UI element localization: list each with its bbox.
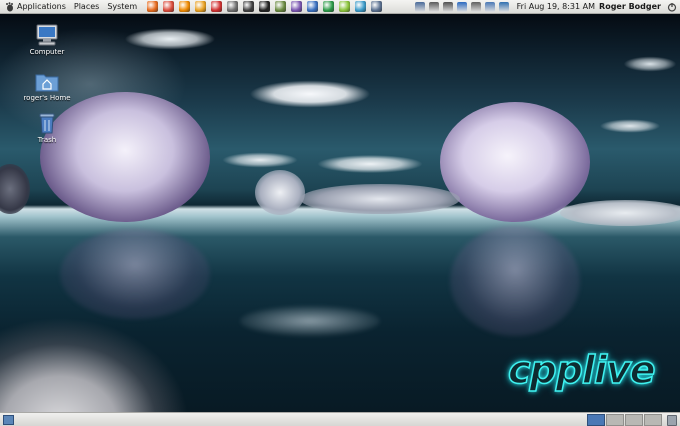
applications-menu-label: Applications [17,2,66,11]
desktop-icon-computer[interactable]: Computer [17,24,77,56]
firefox-icon[interactable] [146,1,158,12]
wallpaper-tree-center [255,170,305,215]
text-editor-icon[interactable] [370,1,382,12]
document-icon[interactable] [290,1,302,12]
cone-icon[interactable] [194,1,206,12]
wallpaper-reflection-cloud [240,306,380,336]
network-tool-icon[interactable] [354,1,366,12]
bottom-panel [0,412,680,426]
bluetooth-icon[interactable] [456,1,467,12]
battery-icon[interactable] [470,1,481,12]
workspace-3[interactable] [625,414,643,426]
home-folder-icon [35,70,59,92]
desktop-icon-computer-label: Computer [29,48,65,56]
top-panel: Applications Places System Fri Aug 19, 8… [0,0,680,14]
workspace-4[interactable] [644,414,662,426]
wallpaper-tree-far-left [0,164,30,214]
wallpaper-bushes [300,184,460,214]
utility-icon[interactable] [226,1,238,12]
workspace-1[interactable] [587,414,605,426]
network-icon[interactable] [428,1,439,12]
user-menu[interactable]: Roger Bodger [599,2,661,11]
computer-icon [35,24,59,46]
gnome-foot-icon [6,1,13,11]
system-tray: Fri Aug 19, 8:31 AM Roger Bodger [413,0,680,13]
desktop-icon-home-label: roger's Home [23,94,71,102]
power-icon[interactable] [667,2,677,12]
applications-menu[interactable]: Applications [3,0,66,13]
spreadsheet-icon[interactable] [322,1,334,12]
workspace-switcher [586,414,662,426]
desktop-icon-trash-label: Trash [37,136,57,144]
system-menu-label: System [107,2,138,11]
wallpaper-shore-right [560,200,680,226]
desktop-icon-home[interactable]: roger's Home [17,70,77,102]
display-icon[interactable] [414,1,425,12]
chrome-icon[interactable] [162,1,174,12]
wallpaper-reflection-right [450,226,580,336]
show-desktop-icon[interactable] [3,415,14,425]
terminal-icon[interactable] [258,1,270,12]
wallpaper-grass [0,252,230,412]
places-menu[interactable]: Places [72,0,99,13]
media-player-icon[interactable] [306,1,318,12]
tray-icons [413,1,511,12]
places-menu-label: Places [73,2,100,11]
system-monitor-icon[interactable] [274,1,286,12]
launcher-bar [144,0,384,13]
desktop-wallpaper: Computer roger's Home Trash cpplive [0,14,680,412]
x-tool-icon[interactable] [210,1,222,12]
trash-applet-icon[interactable] [667,415,677,426]
system-menu[interactable]: System [105,0,137,13]
signal-icon[interactable] [484,1,495,12]
wallpaper-tree-right [440,102,590,222]
workspace-2[interactable] [606,414,624,426]
camera-icon[interactable] [242,1,254,12]
trash-icon [35,112,59,134]
main-menu-bar: Applications Places System [0,0,140,13]
update-icon[interactable] [498,1,509,12]
android-icon[interactable] [338,1,350,12]
clock[interactable]: Fri Aug 19, 8:31 AM [517,2,595,11]
volume-icon[interactable] [442,1,453,12]
vlc-icon[interactable] [178,1,190,12]
desktop-icon-trash[interactable]: Trash [17,112,77,144]
cpplive-logo: cpplive [507,347,656,393]
